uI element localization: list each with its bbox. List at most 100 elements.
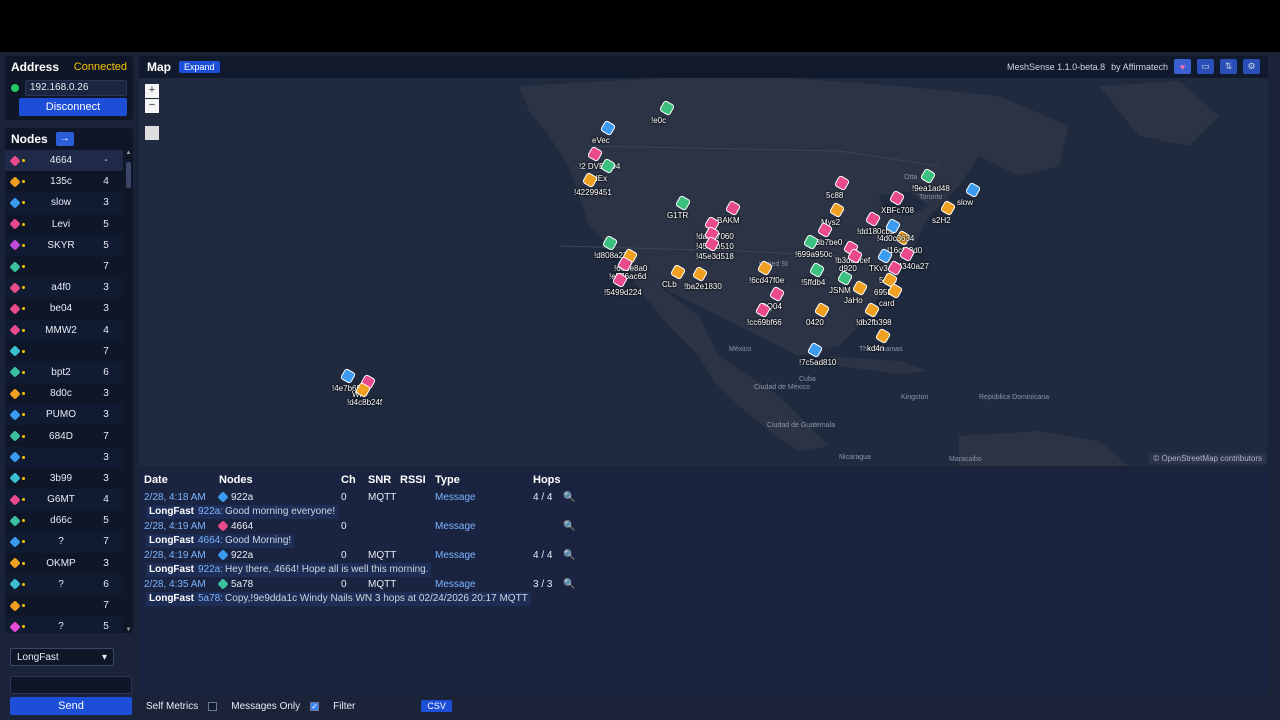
disconnect-button[interactable]: Disconnect (19, 98, 127, 116)
map-node-label[interactable]: G1TR (667, 211, 688, 220)
node-hops: 3 (103, 303, 109, 315)
node-list-scrollbar[interactable]: ▲ ▼ (125, 150, 132, 633)
node-list-item[interactable]: G6MT 4 (5, 489, 123, 511)
node-list-item[interactable]: 3 (5, 446, 123, 468)
map-node-label[interactable]: !7c5ad810 (799, 358, 836, 367)
map-node-label[interactable]: !db2fb398 (856, 318, 892, 327)
map-node-label[interactable]: JaHo (844, 296, 863, 305)
heart-icon[interactable]: ♥ (1174, 59, 1191, 74)
log-row[interactable]: 2/28, 4:18 AM 922a 0 MQTT Message 4 / 4 🔍 (139, 490, 1268, 505)
map-node-label[interactable]: !cc69bf66 (747, 318, 782, 327)
zoom-out-button[interactable]: − (145, 99, 159, 113)
filter-input[interactable]: Filter (333, 701, 355, 712)
node-list-item[interactable]: SKYR 5 (5, 234, 123, 256)
node-name: MMW2 (45, 324, 77, 336)
node-list-item[interactable]: slow 3 (5, 192, 123, 214)
messages-only-checkbox[interactable]: ✓ (310, 701, 320, 711)
node-list-item[interactable]: PUMO 3 (5, 404, 123, 426)
channel-select[interactable]: LongFast ▾ (10, 648, 114, 666)
node-list-item[interactable]: Levi 5 (5, 214, 123, 235)
csv-button[interactable]: CSV (421, 700, 452, 712)
map-node-label[interactable]: !4d0c3634 (877, 234, 914, 243)
map-node-label[interactable]: !699a950c (795, 250, 832, 259)
network-icon[interactable]: ⇅ (1220, 59, 1237, 74)
log-node[interactable]: 922a (217, 491, 341, 503)
log-row[interactable]: 2/28, 4:19 AM 4664 0 Message 🔍 (139, 519, 1268, 534)
message-input[interactable] (10, 676, 132, 694)
log-row[interactable]: 2/28, 4:19 AM 922a 0 MQTT Message 4 / 4 🔍 (139, 548, 1268, 563)
node-list-item[interactable]: ? 5 (5, 616, 123, 633)
map-node-label[interactable]: kd4n (867, 344, 884, 353)
map-node-label[interactable]: 5c88 (826, 191, 843, 200)
map-node-label[interactable]: slow (957, 198, 973, 207)
zoom-in-button[interactable]: + (145, 84, 159, 98)
node-list-item[interactable]: 7 (5, 256, 123, 277)
search-icon[interactable]: 🔍 (563, 550, 583, 561)
map-node-label[interactable]: !9ea1ad48 (912, 184, 950, 193)
messages-only-label: Messages Only (231, 700, 301, 712)
send-button[interactable]: Send (10, 697, 132, 715)
map-node-label[interactable]: TKv3 (869, 264, 888, 273)
log-message: LongFast 5a78: Copy,!9e9dda1c Windy Nails … (139, 591, 1268, 607)
scroll-down-icon[interactable]: ▼ (125, 627, 132, 633)
map-node-label[interactable]: card (879, 299, 895, 308)
map-node-label[interactable]: !e0c (651, 116, 666, 125)
map-node-label[interactable]: s2H2 (932, 216, 951, 225)
node-list-item[interactable]: be04 3 (5, 298, 123, 319)
map-node-label[interactable]: 0420 (806, 318, 824, 327)
map-node-label[interactable]: CLb (662, 280, 677, 289)
log-type[interactable]: Message (435, 492, 533, 503)
map-node-label[interactable]: !42299451 (574, 188, 612, 197)
map-node-label[interactable]: !5ffdb4 (801, 278, 825, 287)
node-list-item[interactable]: 8d0c 3 (5, 383, 123, 404)
window-icon[interactable]: ▭ (1197, 59, 1214, 74)
log-type[interactable]: Message (435, 579, 533, 590)
log-node[interactable]: 4664 (217, 520, 341, 532)
node-hops: 6 (103, 366, 109, 378)
gear-icon[interactable]: ⚙ (1243, 59, 1260, 74)
map-node-label[interactable]: BAKM (717, 216, 740, 225)
node-hops: - (104, 155, 108, 167)
log-row[interactable]: 2/28, 4:35 AM 5a78 0 MQTT Message 3 / 3 🔍 (139, 577, 1268, 592)
log-node[interactable]: 5a78 (217, 578, 341, 590)
map-node-label[interactable]: eVec (592, 136, 610, 145)
search-icon[interactable]: 🔍 (563, 579, 583, 590)
node-list-item[interactable]: d66c 5 (5, 510, 123, 531)
node-list-item[interactable]: a4f0 3 (5, 277, 123, 299)
search-icon[interactable]: 🔍 (563, 492, 583, 503)
node-list-item[interactable]: bpt2 6 (5, 361, 123, 384)
scroll-thumb[interactable] (126, 162, 131, 188)
ip-address-input[interactable]: 192.168.0.26 (25, 80, 127, 96)
node-list-item[interactable]: ? 7 (5, 531, 123, 553)
node-list-item[interactable]: ? 6 (5, 573, 123, 595)
map-node-label[interactable]: !d4c8b24f (347, 398, 382, 407)
node-list-item[interactable]: OKMP 3 (5, 553, 123, 574)
scroll-up-icon[interactable]: ▲ (125, 150, 132, 156)
map-panel[interactable]: Map Expand MeshSense 1.1.0-beta.8 by Aff… (139, 56, 1268, 466)
node-list-item[interactable]: 7 (5, 595, 123, 616)
log-type[interactable]: Message (435, 521, 533, 532)
node-list-item[interactable]: 3b99 3 (5, 468, 123, 489)
map-node-label[interactable]: !6cd47f0e (749, 276, 784, 285)
node-list-item[interactable]: 135c 4 (5, 171, 123, 192)
map-node-label[interactable]: !ba2e1830 (684, 282, 722, 291)
node-list-item[interactable]: 4664 - (5, 150, 123, 172)
log-type[interactable]: Message (435, 550, 533, 561)
nodes-expand-button[interactable]: → (55, 132, 74, 146)
map-place-label: Ciudad de México (754, 384, 811, 391)
map-node-label[interactable]: JSNM (829, 286, 851, 295)
node-list-item[interactable]: 684D 7 (5, 425, 123, 446)
log-node[interactable]: 922a (217, 549, 341, 561)
map-attribution[interactable]: © OpenStreetMap contributors (1149, 453, 1266, 464)
map-node-label[interactable]: !45e3d518 (696, 252, 734, 261)
app-author: by Affirmatech (1111, 61, 1168, 72)
self-metrics-checkbox[interactable] (208, 701, 218, 711)
header-snr: SNR (368, 474, 392, 486)
map-node-label[interactable]: !5499d224 (604, 288, 642, 297)
expand-button[interactable]: Expand (179, 61, 220, 73)
search-icon[interactable]: 🔍 (563, 521, 583, 532)
node-list-item[interactable]: MMW2 4 (5, 319, 123, 341)
map-layer-button[interactable] (145, 126, 159, 140)
map-node-label[interactable]: XBFc708 (881, 206, 914, 215)
node-list-item[interactable]: 7 (5, 341, 123, 362)
